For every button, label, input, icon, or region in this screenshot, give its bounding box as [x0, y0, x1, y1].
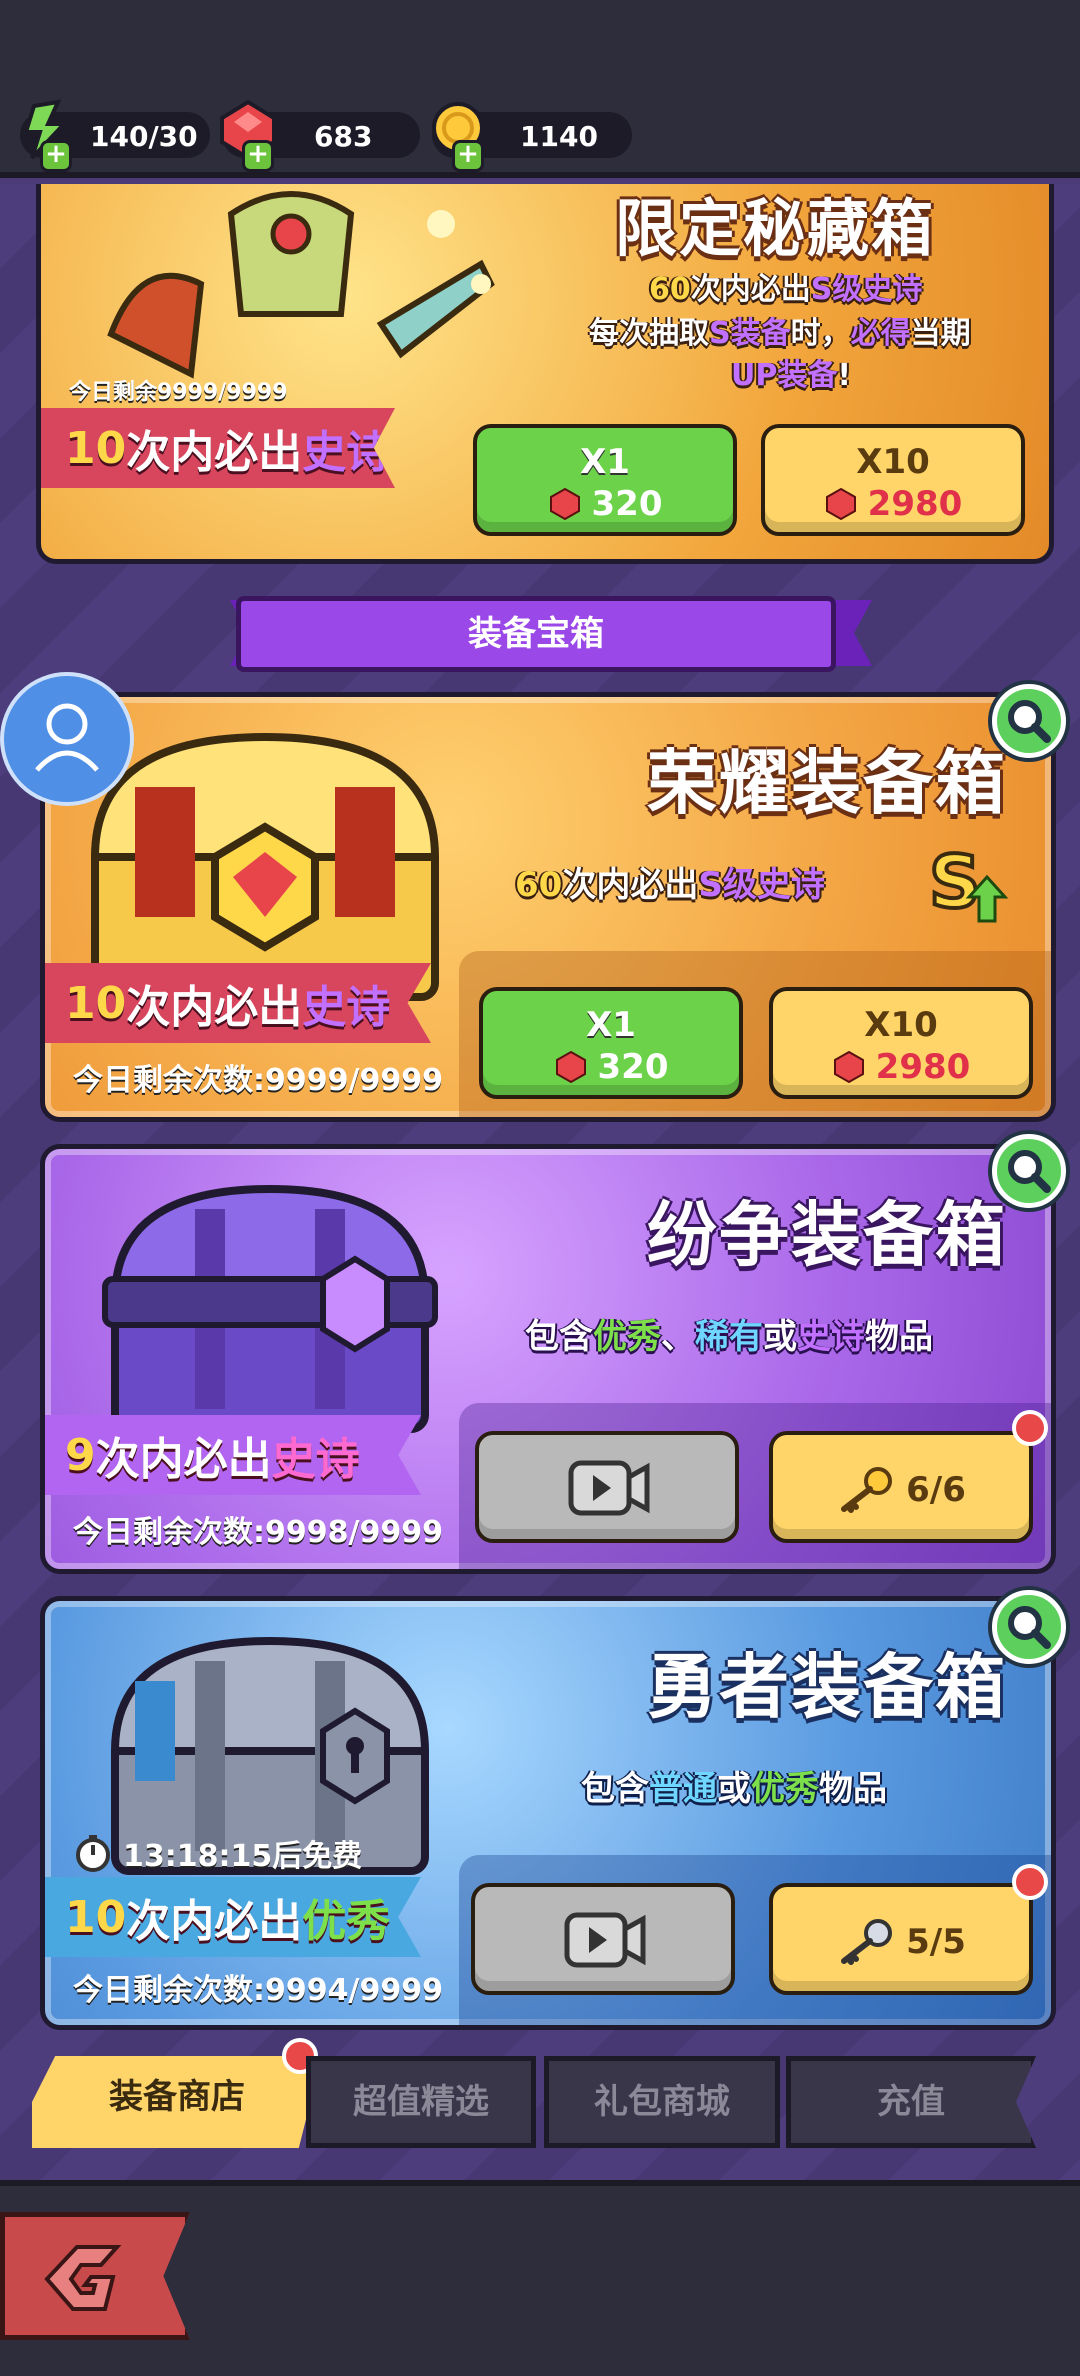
gem-counter[interactable]: + 683 [220, 99, 420, 172]
tab-equipment-shop[interactable]: 装备商店 [32, 2056, 322, 2148]
brave-key-notification-dot [1012, 1864, 1048, 1900]
add-coins-icon[interactable]: + [452, 140, 484, 172]
strife-remaining: 今日剩余次数:9998/9999 [73, 1515, 443, 1550]
s-rank-up-icon: S [927, 838, 1009, 926]
limited-remaining: 今日剩余9999/9999 [69, 380, 288, 405]
brave-open-with-key-button[interactable]: 5/5 [769, 1883, 1033, 1995]
glory-draw-x10-button[interactable]: X10 2980 [769, 987, 1033, 1099]
ruby-icon [825, 487, 856, 521]
add-gems-icon[interactable]: + [242, 140, 274, 172]
ruby-icon [549, 487, 580, 521]
floating-avatar-button[interactable] [0, 672, 134, 806]
strife-open-with-key-button[interactable]: 6/6 [769, 1431, 1033, 1543]
video-camera-icon [564, 1912, 646, 1968]
strife-key-notification-dot [1012, 1410, 1048, 1446]
brave-watch-ad-button[interactable] [471, 1883, 735, 1995]
add-energy-icon[interactable]: + [40, 140, 72, 172]
strife-box-card: 纷争装备箱 包含优秀、稀有或史诗物品 9 次内必出 史诗 今日剩余次数:9998/9… [40, 1144, 1056, 1574]
glory-box-card: 荣耀装备箱 60次内必出S级史诗 S 10 次内必出 史诗 今日剩余次数:9999/… [40, 692, 1056, 1122]
strife-box-title: 纷争装备箱 [647, 1194, 1007, 1276]
tab-recharge[interactable]: 充值 [786, 2056, 1036, 2148]
brave-box-card: 13:18:15后免费 勇者装备箱 包含普通或优秀物品 10 次内必出 优秀 今日剩… [40, 1596, 1056, 2030]
limited-box-card: 限定秘藏箱 60次内必出S级史诗 每次抽取S装备时，必得当期 UP装备! 今日剩… [36, 184, 1054, 564]
strife-preview-search-icon[interactable] [992, 1134, 1066, 1208]
back-button[interactable] [0, 2212, 190, 2340]
limited-box-line2: 每次抽取S装备时，必得当期 [589, 316, 971, 351]
brave-free-timer: 13:18:15后免费 [73, 1831, 362, 1875]
gems-value: 683 [314, 120, 373, 153]
limited-draw-x10-button[interactable]: X10 2980 [761, 424, 1025, 536]
limited-box-title: 限定秘藏箱 [615, 192, 936, 265]
brave-pity-ribbon: 10 次内必出 优秀 [45, 1877, 421, 1957]
stopwatch-icon [76, 1835, 110, 1872]
svg-text:S: S [929, 840, 981, 924]
glory-remaining: 今日剩余次数:9999/9999 [73, 1063, 443, 1098]
strife-pity-ribbon: 9 次内必出 史诗 [45, 1415, 421, 1495]
ruby-icon [833, 1050, 864, 1084]
limited-box-line3: UP装备! [731, 358, 852, 393]
coin-counter[interactable]: + 1140 [432, 102, 632, 172]
brave-box-desc: 包含普通或优秀物品 [581, 1769, 887, 1809]
brave-preview-search-icon[interactable] [992, 1590, 1066, 1664]
limited-pity-ribbon: 10 次内必出 史诗 [41, 408, 395, 488]
coins-value: 1140 [520, 120, 598, 153]
top-bar: + 140/30 + 683 + 1140 [0, 0, 1080, 178]
limited-box-line1: 60次内必出S级史诗 [649, 272, 923, 307]
glory-preview-search-icon[interactable] [992, 684, 1066, 758]
glory-draw-x1-button[interactable]: X1 320 [479, 987, 743, 1099]
gold-key-icon [841, 1467, 893, 1513]
strife-watch-ad-button[interactable] [475, 1431, 739, 1543]
section-title-banner: 装备宝箱 [236, 596, 836, 672]
glory-box-title: 荣耀装备箱 [647, 742, 1007, 824]
energy-value: 140/30 [90, 120, 198, 153]
glory-box-desc: 60次内必出S级史诗 [515, 865, 825, 905]
brave-remaining: 今日剩余次数:9994/9999 [73, 1973, 443, 2008]
game-logo-icon [44, 2245, 122, 2311]
video-camera-icon [568, 1460, 650, 1516]
purple-chest-icon [102, 1184, 438, 1433]
brave-box-title: 勇者装备箱 [647, 1646, 1007, 1728]
limited-draw-x1-button[interactable]: X1 320 [473, 424, 737, 536]
energy-counter[interactable]: + 140/30 [20, 99, 210, 172]
user-icon [35, 703, 99, 772]
strife-box-desc: 包含优秀、稀有或史诗物品 [525, 1317, 933, 1357]
ruby-icon [555, 1050, 586, 1084]
tab-value-picks[interactable]: 超值精选 [306, 2056, 536, 2148]
glory-pity-ribbon: 10 次内必出 史诗 [45, 963, 431, 1043]
tab-gift-pack-mall[interactable]: 礼包商城 [544, 2056, 780, 2148]
silver-key-icon [841, 1919, 893, 1965]
